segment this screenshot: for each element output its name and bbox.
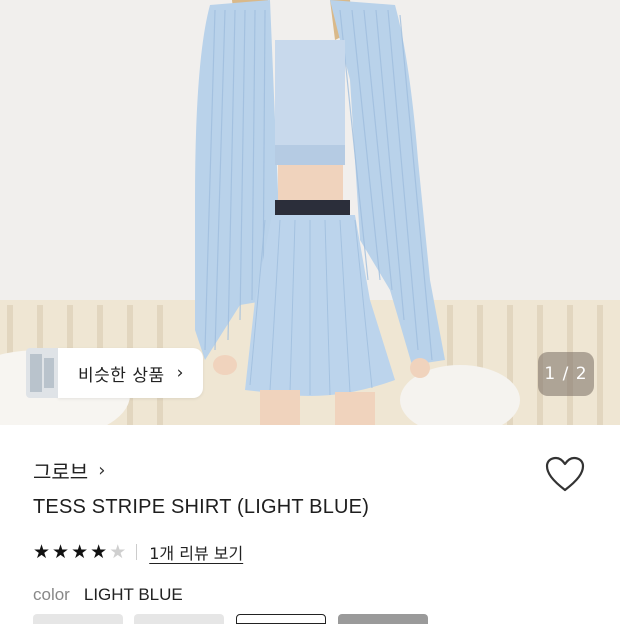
product-image[interactable]: 비슷한 상품 › 1 / 2 <box>0 0 620 425</box>
color-row: color LIGHT BLUE <box>33 585 183 605</box>
similar-products-label: 비슷한 상품 <box>78 365 165 386</box>
chevron-right-icon: › <box>176 363 184 383</box>
product-title: TESS STRIPE SHIRT (LIGHT BLUE) <box>33 496 370 518</box>
color-option[interactable] <box>33 614 123 624</box>
color-options <box>0 614 620 624</box>
brand-name: 그로브 <box>33 460 89 484</box>
brand-link[interactable]: 그로브 › <box>33 456 105 485</box>
color-value: LIGHT BLUE <box>83 585 183 604</box>
star-rating: ★ ★ ★ ★ ★ <box>33 542 128 562</box>
image-page-indicator: 1 / 2 <box>538 352 594 396</box>
similar-products-thumbnail <box>26 348 58 398</box>
color-label: color <box>33 585 70 604</box>
color-option[interactable] <box>338 614 428 624</box>
heart-outline-icon <box>545 456 585 492</box>
star-icon: ★ <box>33 541 51 563</box>
star-icon: ★ <box>109 541 127 563</box>
star-icon: ★ <box>90 541 108 563</box>
review-link[interactable]: 1개 리뷰 보기 <box>149 540 243 564</box>
star-icon: ★ <box>52 541 70 563</box>
similar-products-button[interactable]: 비슷한 상품 › <box>58 348 204 398</box>
color-option[interactable] <box>134 614 224 624</box>
rating-row: ★ ★ ★ ★ ★ 1개 리뷰 보기 <box>33 540 243 564</box>
wishlist-button[interactable] <box>544 455 586 495</box>
star-icon: ★ <box>71 541 89 563</box>
chevron-right-icon: › <box>98 460 106 481</box>
rating-divider <box>136 544 138 560</box>
color-option-selected[interactable] <box>236 614 326 624</box>
similar-products-chip[interactable]: 비슷한 상품 › <box>26 348 204 398</box>
